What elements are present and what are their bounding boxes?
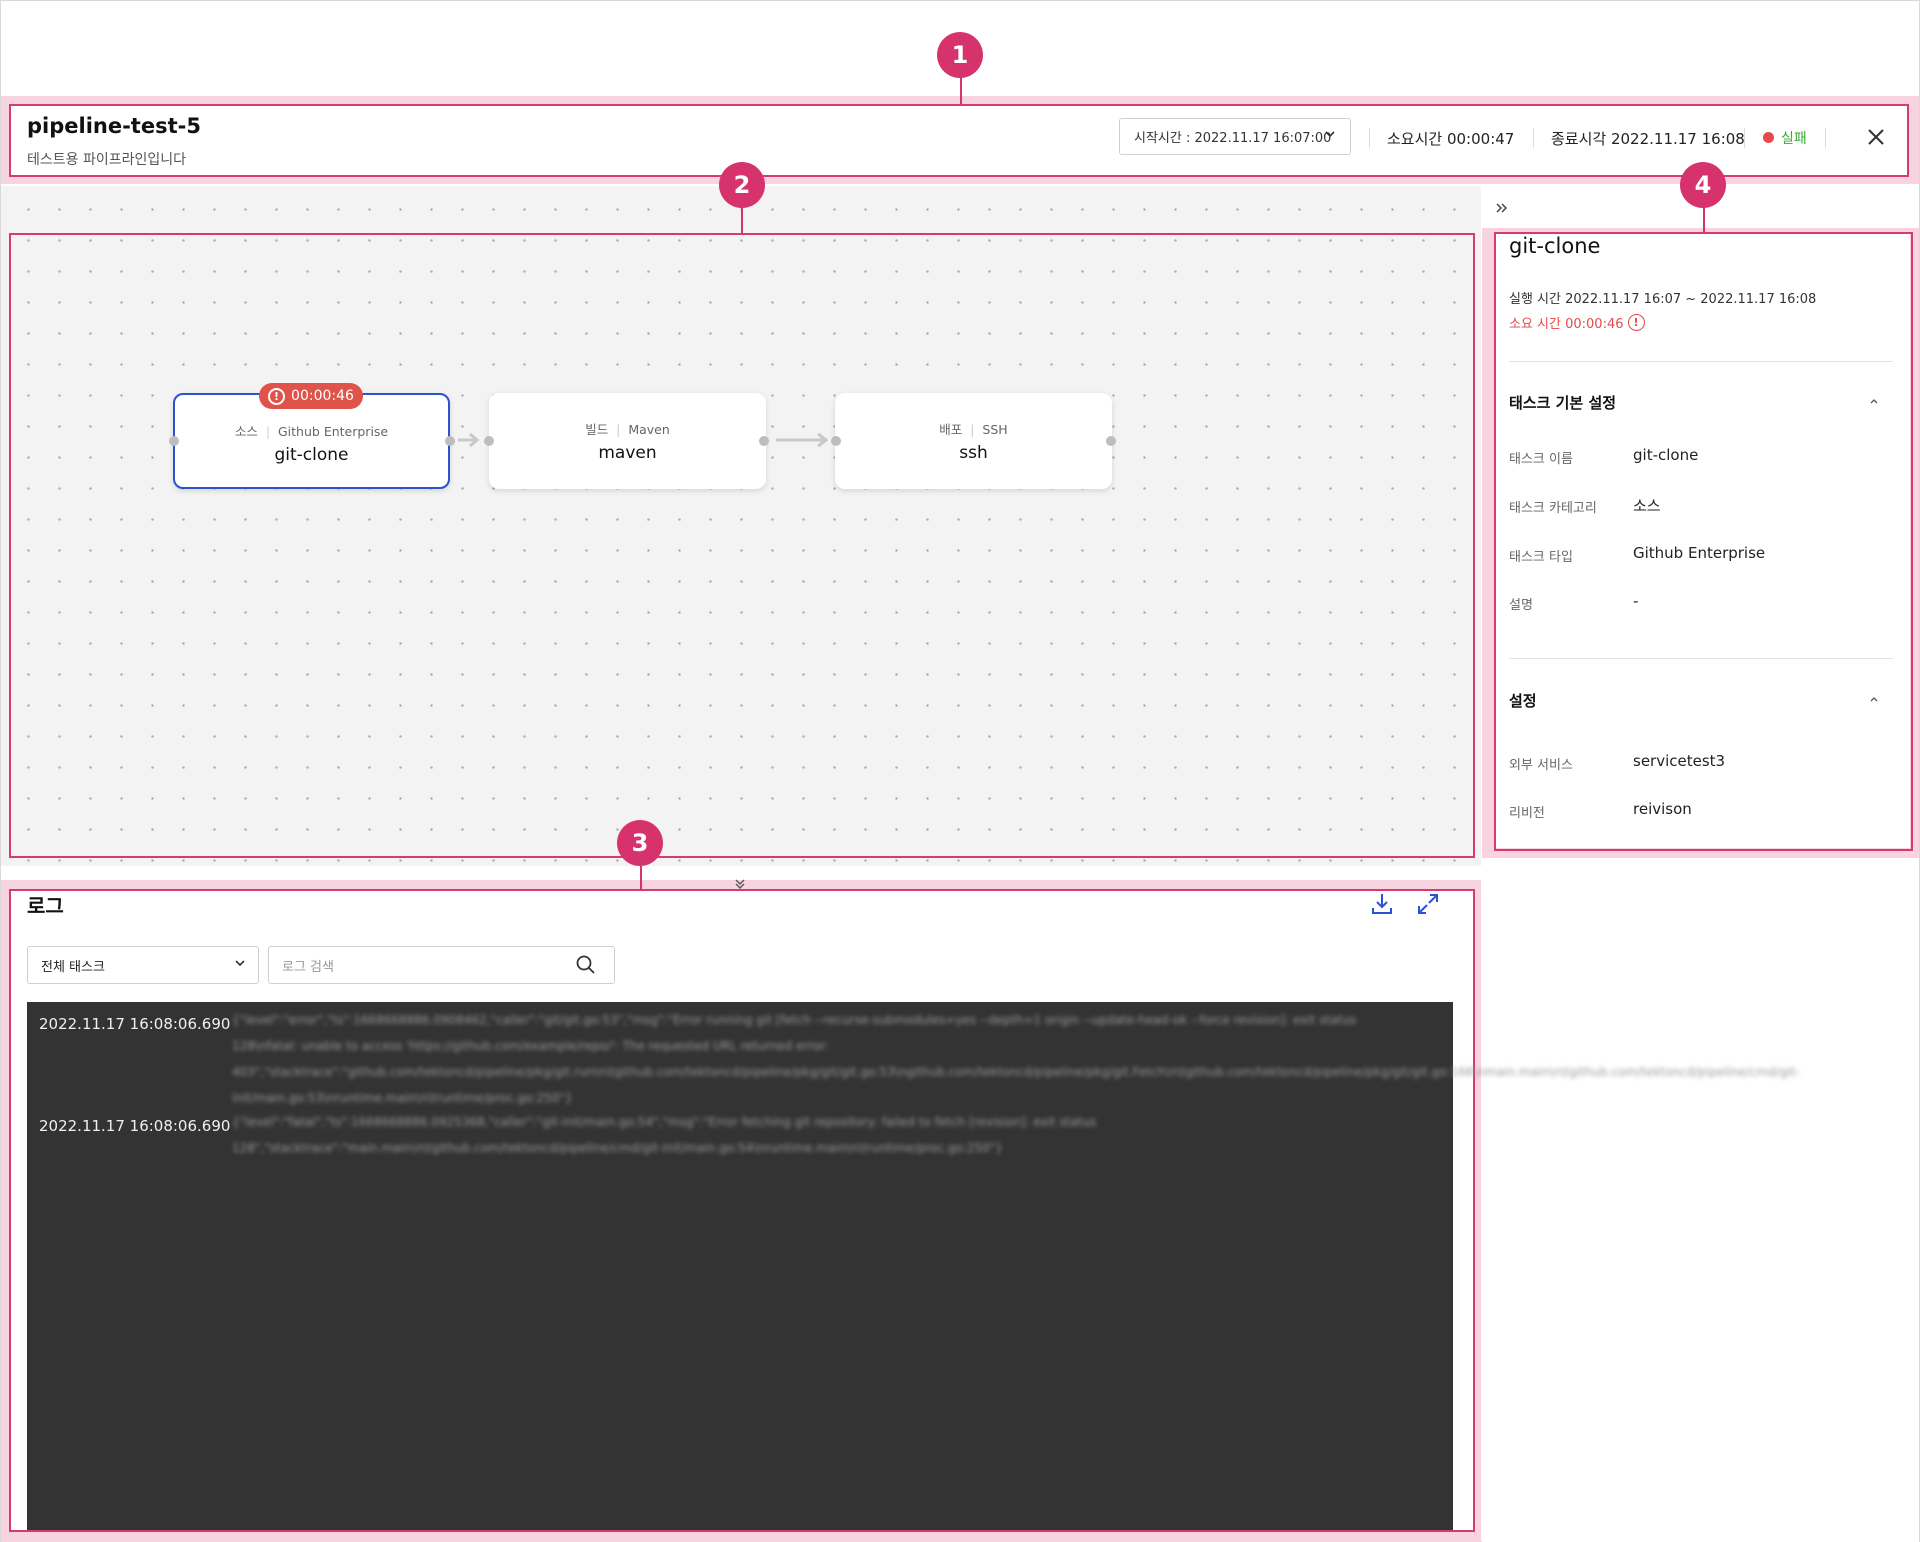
task-detail-title: git-clone (1509, 234, 1601, 258)
marker-stem (960, 75, 962, 105)
node-category: 빌드 | Maven (585, 422, 670, 437)
log-title: 로그 (27, 894, 64, 918)
connector-arrow (776, 432, 829, 448)
expand-panel-icon[interactable] (1494, 200, 1510, 216)
field-value: servicetest3 (1633, 752, 1726, 770)
log-search-placeholder: 로그 검색 (282, 959, 334, 975)
marker-stem (1703, 205, 1705, 233)
pipeline-node-maven[interactable]: 빌드 | Maven maven (489, 393, 766, 489)
section-basic-settings-title[interactable]: 태스크 기본 설정 (1509, 392, 1616, 413)
fullscreen-button[interactable] (1414, 890, 1444, 920)
marker-stem (640, 864, 642, 891)
callout-marker-2: 2 (719, 162, 765, 208)
divider (1509, 658, 1893, 659)
node-port-in[interactable] (484, 436, 494, 446)
node-port-out[interactable] (1106, 436, 1116, 446)
field-value: 소스 (1633, 497, 1661, 515)
node-error-badge: ! 00:00:46 (259, 383, 363, 409)
field-label: 리비전 (1509, 806, 1545, 821)
node-port-out[interactable] (759, 436, 769, 446)
chevron-down-icon (234, 957, 246, 973)
download-button[interactable] (1368, 890, 1398, 920)
node-port-out[interactable] (445, 436, 455, 446)
field-label: 외부 서비스 (1509, 758, 1573, 773)
node-port-in[interactable] (169, 436, 179, 446)
collapse-down-icon[interactable] (733, 876, 747, 890)
callout-marker-4: 4 (1680, 162, 1726, 208)
node-category: 배포 | SSH (939, 422, 1008, 437)
task-elapsed-time: 소요 시간 00:00:46 ! (1509, 313, 1645, 332)
field-value: reivison (1633, 800, 1692, 818)
divider (1509, 361, 1893, 362)
error-icon: ! (268, 387, 286, 405)
node-port-in[interactable] (831, 436, 841, 446)
chevron-up-icon[interactable] (1869, 694, 1879, 708)
error-icon: ! (1627, 314, 1645, 331)
node-category: 소스 | Github Enterprise (234, 424, 389, 439)
log-message: {"level":"fatal","ts":1668668886.0925368… (232, 1115, 1097, 1155)
field-label: 태스크 카테고리 (1509, 501, 1597, 516)
task-filter-select[interactable]: 전체 태스크 (27, 946, 259, 984)
field-label: 설명 (1509, 598, 1533, 613)
search-icon[interactable] (574, 953, 598, 981)
marker-stem (741, 205, 743, 233)
node-name: maven (598, 443, 657, 463)
log-search-input[interactable]: 로그 검색 (268, 946, 615, 984)
field-label: 태스크 타입 (1509, 550, 1573, 565)
node-name: ssh (959, 443, 988, 463)
download-icon (1372, 894, 1392, 914)
task-run-time: 실행 시간 2022.11.17 16:07 ~ 2022.11.17 16:0… (1509, 292, 1817, 307)
node-error-duration: 00:00:46 (291, 388, 354, 404)
connector-arrow (458, 432, 480, 448)
chevron-up-icon[interactable] (1869, 396, 1879, 410)
log-message: {"level":"error","ts":1668668886.0908462… (232, 1013, 1800, 1105)
field-value: Github Enterprise (1633, 544, 1766, 562)
field-value: git-clone (1633, 446, 1699, 464)
log-console[interactable]: 2022.11.17 16:08:06.690 {"level":"error"… (27, 1002, 1800, 1530)
field-label: 태스크 이름 (1509, 452, 1573, 467)
log-timestamp: 2022.11.17 16:08:06.690 (39, 1015, 231, 1033)
section-settings-title[interactable]: 설정 (1509, 690, 1537, 711)
field-value: - (1633, 592, 1639, 610)
callout-marker-3: 3 (617, 820, 663, 866)
pipeline-node-ssh[interactable]: 배포 | SSH ssh (835, 393, 1112, 489)
callout-marker-1: 1 (937, 32, 983, 78)
log-timestamp: 2022.11.17 16:08:06.690 (39, 1117, 231, 1135)
fullscreen-icon (1418, 894, 1438, 914)
node-name: git-clone (274, 445, 349, 465)
task-filter-label: 전체 태스크 (41, 959, 105, 975)
